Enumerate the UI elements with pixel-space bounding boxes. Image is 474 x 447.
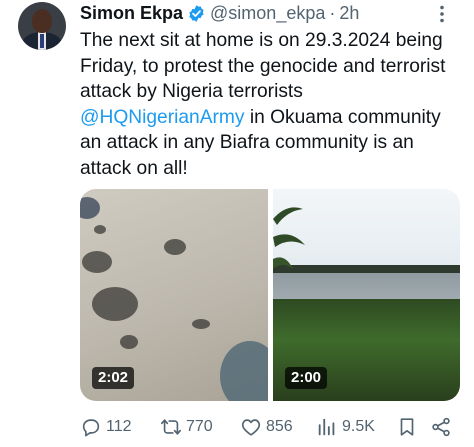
author-name[interactable]: Simon Ekpa (80, 3, 183, 24)
action-bar: 112 770 856 9.5K (80, 414, 460, 440)
reply-icon (82, 419, 100, 437)
tweet-text-part: The next sit at home is on 29.3.2024 bei… (80, 30, 446, 102)
video-duration: 2:02 (92, 367, 135, 389)
header-separator: · (329, 2, 336, 23)
bookmark-icon (400, 418, 414, 436)
video-duration: 2:00 (285, 367, 328, 389)
like-count: 856 (266, 418, 293, 435)
tweet-time[interactable]: 2h (339, 3, 359, 24)
heart-icon (241, 419, 261, 436)
tweet[interactable]: Simon Ekpa @simon_ekpa · 2h The next sit… (0, 0, 474, 447)
verified-badge-icon (189, 4, 204, 22)
like-button[interactable]: 856 (240, 414, 293, 440)
views-icon (318, 418, 335, 436)
repost-button[interactable]: 770 (160, 414, 213, 440)
reply-button[interactable]: 112 (80, 414, 132, 440)
share-button[interactable] (430, 414, 452, 440)
video-thumbnail[interactable]: 2:00 (273, 189, 460, 401)
views-count: 9.5K (342, 418, 375, 435)
video-thumbnail[interactable]: 2:02 (80, 189, 268, 401)
media-grid: 2:02 2:00 (80, 189, 460, 401)
bookmark-button[interactable] (396, 414, 418, 440)
author-handle[interactable]: @simon_ekpa (210, 3, 325, 24)
tweet-text: The next sit at home is on 29.3.2024 bei… (80, 28, 465, 181)
reply-count: 112 (106, 418, 132, 435)
more-icon[interactable] (432, 4, 452, 24)
views-button[interactable]: 9.5K (316, 414, 375, 440)
share-icon (432, 417, 450, 437)
mention-link[interactable]: @HQNigerianArmy (80, 107, 244, 128)
tweet-header: Simon Ekpa @simon_ekpa · 2h (80, 0, 359, 26)
repost-icon (161, 419, 181, 435)
avatar[interactable] (18, 2, 66, 50)
repost-count: 770 (186, 418, 213, 435)
